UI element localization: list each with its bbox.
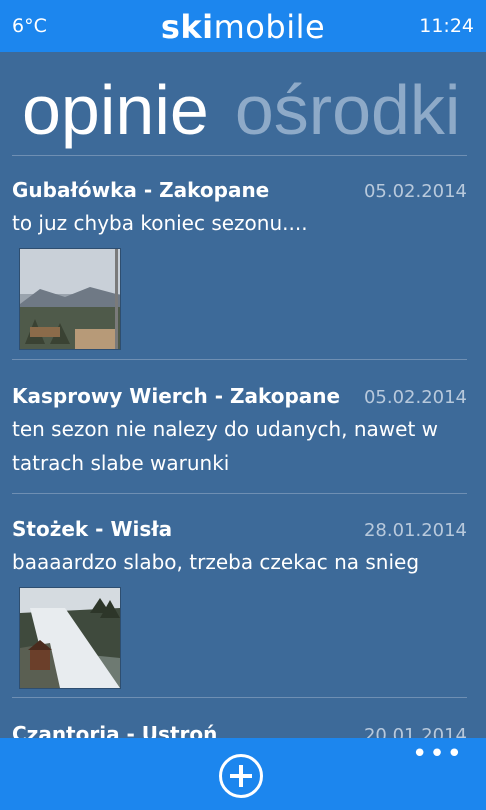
pivot-tab-opinie[interactable]: opinie	[22, 71, 209, 149]
divider	[12, 155, 467, 156]
review-date: 05.02.2014	[363, 181, 467, 202]
review-date: 05.02.2014	[363, 387, 467, 408]
clock-label: 11:24	[419, 15, 474, 37]
divider	[12, 493, 467, 494]
photo-mountain-view	[20, 249, 120, 349]
add-icon[interactable]	[219, 754, 263, 798]
divider	[12, 697, 467, 698]
review-text: baaaardzo slabo, trzeba czekac na snieg	[12, 550, 420, 574]
review-text: to juz chyba koniec sezonu....	[12, 211, 308, 235]
review-item[interactable]: Gubałówka - Zakopane 05.02.2014 to juz c…	[12, 178, 467, 240]
review-photo[interactable]	[19, 587, 121, 689]
divider	[12, 359, 467, 360]
review-place: Kasprowy Wierch - Zakopane	[12, 384, 341, 408]
review-place: Gubałówka - Zakopane	[12, 178, 270, 202]
photo-ski-slope	[20, 588, 120, 688]
review-text: ten sezon nie nalezy do udanych, nawet w…	[12, 417, 439, 475]
top-bar: 6°C 11:24	[0, 0, 486, 52]
review-photo[interactable]	[19, 248, 121, 350]
pivot-tab-osrodki[interactable]: ośrodki	[235, 71, 461, 149]
app-bar: •••	[0, 738, 486, 810]
review-item[interactable]: Stożek - Wisła 28.01.2014 baaaardzo slab…	[12, 517, 467, 579]
more-icon[interactable]: •••	[412, 741, 464, 767]
pivot-header: opinie ośrodki	[22, 70, 460, 150]
temperature-label: 6°C	[12, 15, 47, 37]
review-item[interactable]: Kasprowy Wierch - Zakopane 05.02.2014 te…	[12, 384, 467, 480]
review-date: 28.01.2014	[363, 520, 467, 541]
review-place: Stożek - Wisła	[12, 517, 173, 541]
